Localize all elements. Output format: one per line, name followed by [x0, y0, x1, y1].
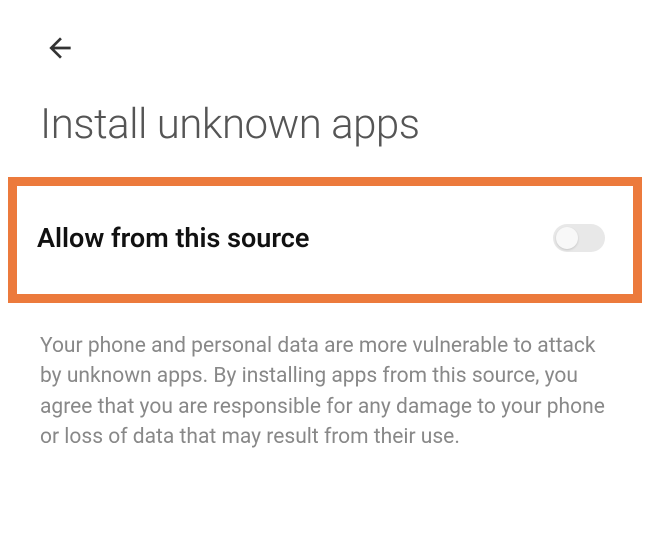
settings-screen: Install unknown apps Allow from this sou… — [0, 0, 650, 453]
toggle-knob — [556, 227, 578, 249]
warning-text: Your phone and personal data are more vu… — [0, 303, 650, 453]
back-button[interactable] — [40, 28, 80, 68]
page-title: Install unknown apps — [0, 68, 650, 177]
allow-source-toggle[interactable] — [553, 224, 605, 252]
header — [0, 0, 650, 68]
toggle-label: Allow from this source — [37, 222, 309, 254]
arrow-left-icon — [44, 32, 76, 64]
allow-source-row[interactable]: Allow from this source — [8, 177, 642, 303]
